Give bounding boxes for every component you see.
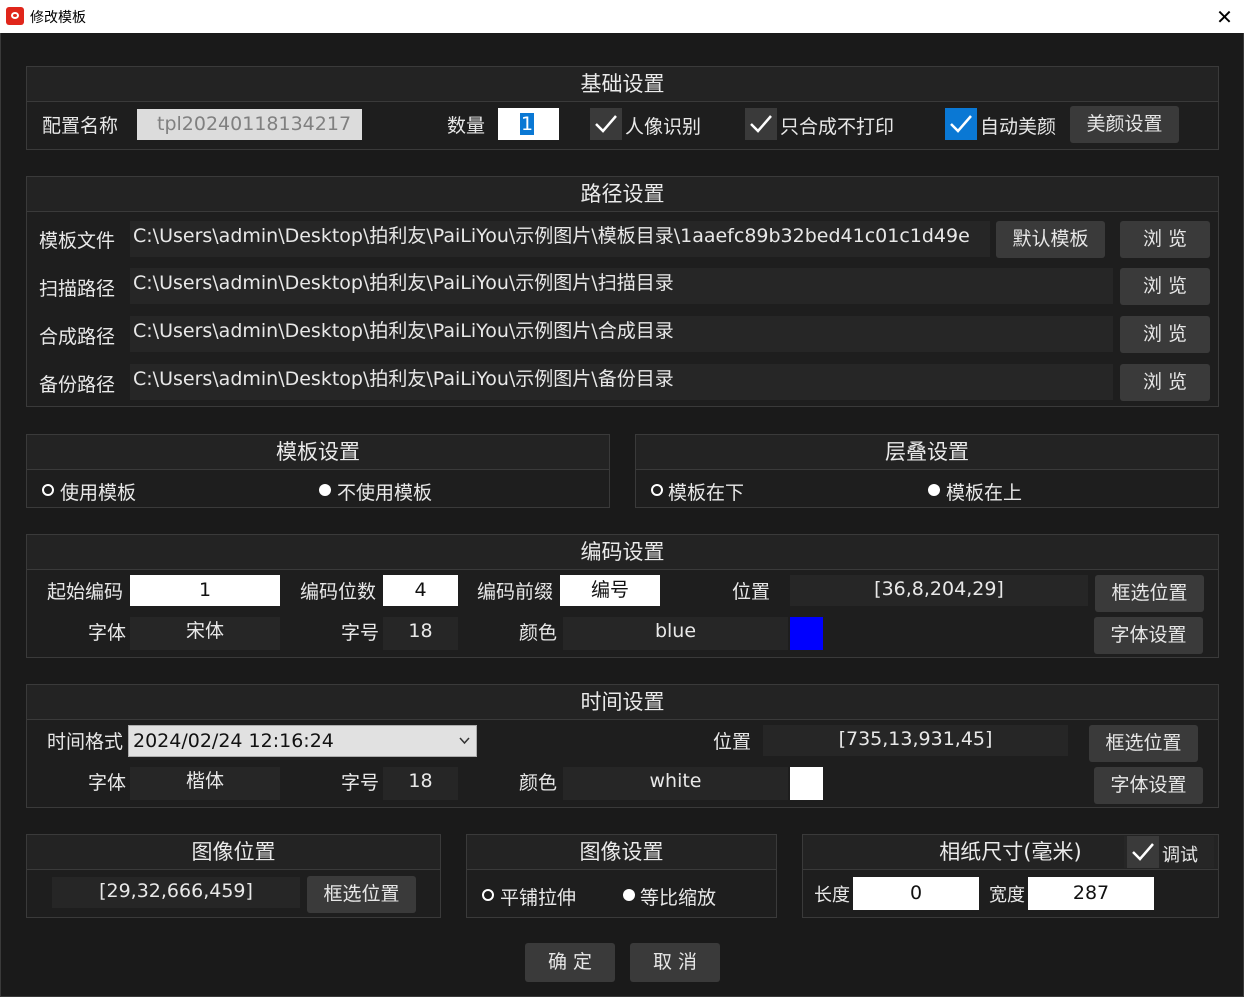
image-position-value: [29,32,666,459] bbox=[52, 877, 300, 908]
close-icon[interactable]: ✕ bbox=[1205, 0, 1244, 33]
time-format-value: 2024/02/24 12:16:24 bbox=[133, 730, 334, 752]
proportional-scale-label: 等比缩放 bbox=[640, 887, 717, 909]
time-size-label: 字号 bbox=[341, 772, 380, 794]
browse-template-button[interactable]: 浏 览 bbox=[1120, 221, 1210, 258]
window-title: 修改模板 bbox=[30, 10, 86, 26]
debug-checkbox[interactable] bbox=[1127, 836, 1159, 868]
compose-path-label: 合成路径 bbox=[39, 326, 116, 348]
scan-path-label: 扫描路径 bbox=[39, 278, 116, 300]
time-position-label: 位置 bbox=[713, 731, 752, 753]
compose-path-input[interactable]: C:\Users\admin\Desktop\拍利友\PaiLiYou\示例图片… bbox=[130, 316, 1113, 352]
backup-path-label: 备份路径 bbox=[39, 374, 116, 396]
template-settings-title: 模板设置 bbox=[27, 435, 609, 470]
image-position-title: 图像位置 bbox=[27, 835, 440, 870]
time-color-value: white bbox=[563, 767, 788, 800]
code-prefix-input[interactable]: 编号 bbox=[560, 575, 660, 606]
code-position-value: [36,8,204,29] bbox=[790, 575, 1088, 606]
image-settings-title: 图像设置 bbox=[467, 835, 776, 870]
compose-no-print-label: 只合成不打印 bbox=[780, 116, 895, 138]
time-font-label: 字体 bbox=[88, 772, 127, 794]
code-size-label: 字号 bbox=[341, 622, 380, 644]
compose-no-print-checkbox[interactable] bbox=[745, 108, 777, 140]
code-prefix-label: 编码前缀 bbox=[477, 581, 554, 603]
config-name-label: 配置名称 bbox=[42, 115, 119, 137]
template-file-input[interactable]: C:\Users\admin\Desktop\拍利友\PaiLiYou\示例图片… bbox=[130, 221, 990, 257]
start-code-input[interactable]: 1 bbox=[130, 575, 280, 606]
backup-path-input[interactable]: C:\Users\admin\Desktop\拍利友\PaiLiYou\示例图片… bbox=[130, 364, 1113, 400]
time-font-value: 楷体 bbox=[130, 767, 280, 800]
paper-width-input[interactable]: 287 bbox=[1028, 877, 1154, 910]
code-size-value: 18 bbox=[383, 617, 458, 650]
use-template-radio[interactable] bbox=[42, 484, 54, 496]
code-font-value: 宋体 bbox=[130, 617, 280, 650]
time-color-label: 颜色 bbox=[519, 772, 558, 794]
code-color-swatch bbox=[790, 617, 823, 650]
proportional-scale-radio[interactable] bbox=[623, 889, 635, 901]
paper-length-input[interactable]: 0 bbox=[853, 877, 979, 910]
use-template-label: 使用模板 bbox=[60, 482, 137, 504]
title-bar: 修改模板 ✕ bbox=[0, 0, 1244, 33]
time-select-position-button[interactable]: 框选位置 bbox=[1089, 725, 1198, 762]
code-font-label: 字体 bbox=[88, 622, 127, 644]
code-color-value: blue bbox=[563, 617, 788, 650]
encoding-settings-title: 编码设置 bbox=[27, 535, 1218, 570]
check-icon bbox=[950, 115, 972, 133]
face-recognition-checkbox[interactable] bbox=[590, 108, 622, 140]
code-digits-input[interactable]: 4 bbox=[383, 575, 458, 606]
config-name-input[interactable]: tpl20240118134217 bbox=[137, 109, 362, 140]
start-code-label: 起始编码 bbox=[47, 581, 124, 603]
template-above-label: 模板在上 bbox=[946, 482, 1023, 504]
time-font-settings-button[interactable]: 字体设置 bbox=[1094, 767, 1203, 804]
template-above-radio[interactable] bbox=[928, 484, 940, 496]
check-icon bbox=[1132, 843, 1154, 861]
time-size-value: 18 bbox=[383, 767, 458, 800]
chevron-down-icon bbox=[459, 737, 470, 745]
default-template-button[interactable]: 默认模板 bbox=[996, 221, 1105, 258]
time-color-swatch bbox=[790, 767, 823, 800]
debug-label: 调试 bbox=[1162, 845, 1198, 866]
no-use-template-label: 不使用模板 bbox=[337, 482, 433, 504]
path-settings-title: 路径设置 bbox=[27, 177, 1218, 212]
template-below-radio[interactable] bbox=[651, 484, 663, 496]
scan-path-input[interactable]: C:\Users\admin\Desktop\拍利友\PaiLiYou\示例图片… bbox=[130, 268, 1113, 304]
layer-settings-title: 层叠设置 bbox=[636, 435, 1218, 470]
template-below-label: 模板在下 bbox=[668, 482, 745, 504]
basic-settings-title: 基础设置 bbox=[27, 67, 1218, 102]
app-icon bbox=[6, 7, 24, 25]
auto-beauty-label: 自动美颜 bbox=[980, 116, 1057, 138]
tile-stretch-label: 平铺拉伸 bbox=[500, 887, 577, 909]
time-settings-title: 时间设置 bbox=[27, 685, 1218, 720]
browse-scan-button[interactable]: 浏 览 bbox=[1120, 268, 1210, 305]
check-icon bbox=[595, 115, 617, 133]
browse-compose-button[interactable]: 浏 览 bbox=[1120, 316, 1210, 353]
code-select-position-button[interactable]: 框选位置 bbox=[1095, 575, 1204, 612]
template-file-label: 模板文件 bbox=[39, 230, 116, 252]
no-use-template-radio[interactable] bbox=[319, 484, 331, 496]
time-format-label: 时间格式 bbox=[47, 731, 124, 753]
face-recognition-label: 人像识别 bbox=[625, 116, 702, 138]
paper-width-label: 宽度 bbox=[989, 885, 1025, 906]
code-position-label: 位置 bbox=[732, 581, 771, 603]
quantity-input[interactable]: 1 bbox=[498, 108, 559, 140]
quantity-value: 1 bbox=[520, 113, 535, 135]
auto-beauty-checkbox[interactable] bbox=[945, 108, 977, 140]
ok-button[interactable]: 确 定 bbox=[525, 943, 615, 982]
paper-length-label: 长度 bbox=[814, 885, 850, 906]
code-font-settings-button[interactable]: 字体设置 bbox=[1094, 617, 1203, 654]
code-color-label: 颜色 bbox=[519, 622, 558, 644]
image-select-position-button[interactable]: 框选位置 bbox=[307, 876, 416, 913]
browse-backup-button[interactable]: 浏 览 bbox=[1120, 364, 1210, 401]
quantity-label: 数量 bbox=[447, 115, 486, 137]
check-icon bbox=[750, 115, 772, 133]
cancel-button[interactable]: 取 消 bbox=[630, 943, 720, 982]
tile-stretch-radio[interactable] bbox=[482, 889, 494, 901]
beauty-settings-button[interactable]: 美颜设置 bbox=[1070, 106, 1179, 143]
time-format-select[interactable]: 2024/02/24 12:16:24 bbox=[128, 725, 477, 757]
code-digits-label: 编码位数 bbox=[300, 581, 377, 603]
time-position-value: [735,13,931,45] bbox=[763, 725, 1068, 756]
